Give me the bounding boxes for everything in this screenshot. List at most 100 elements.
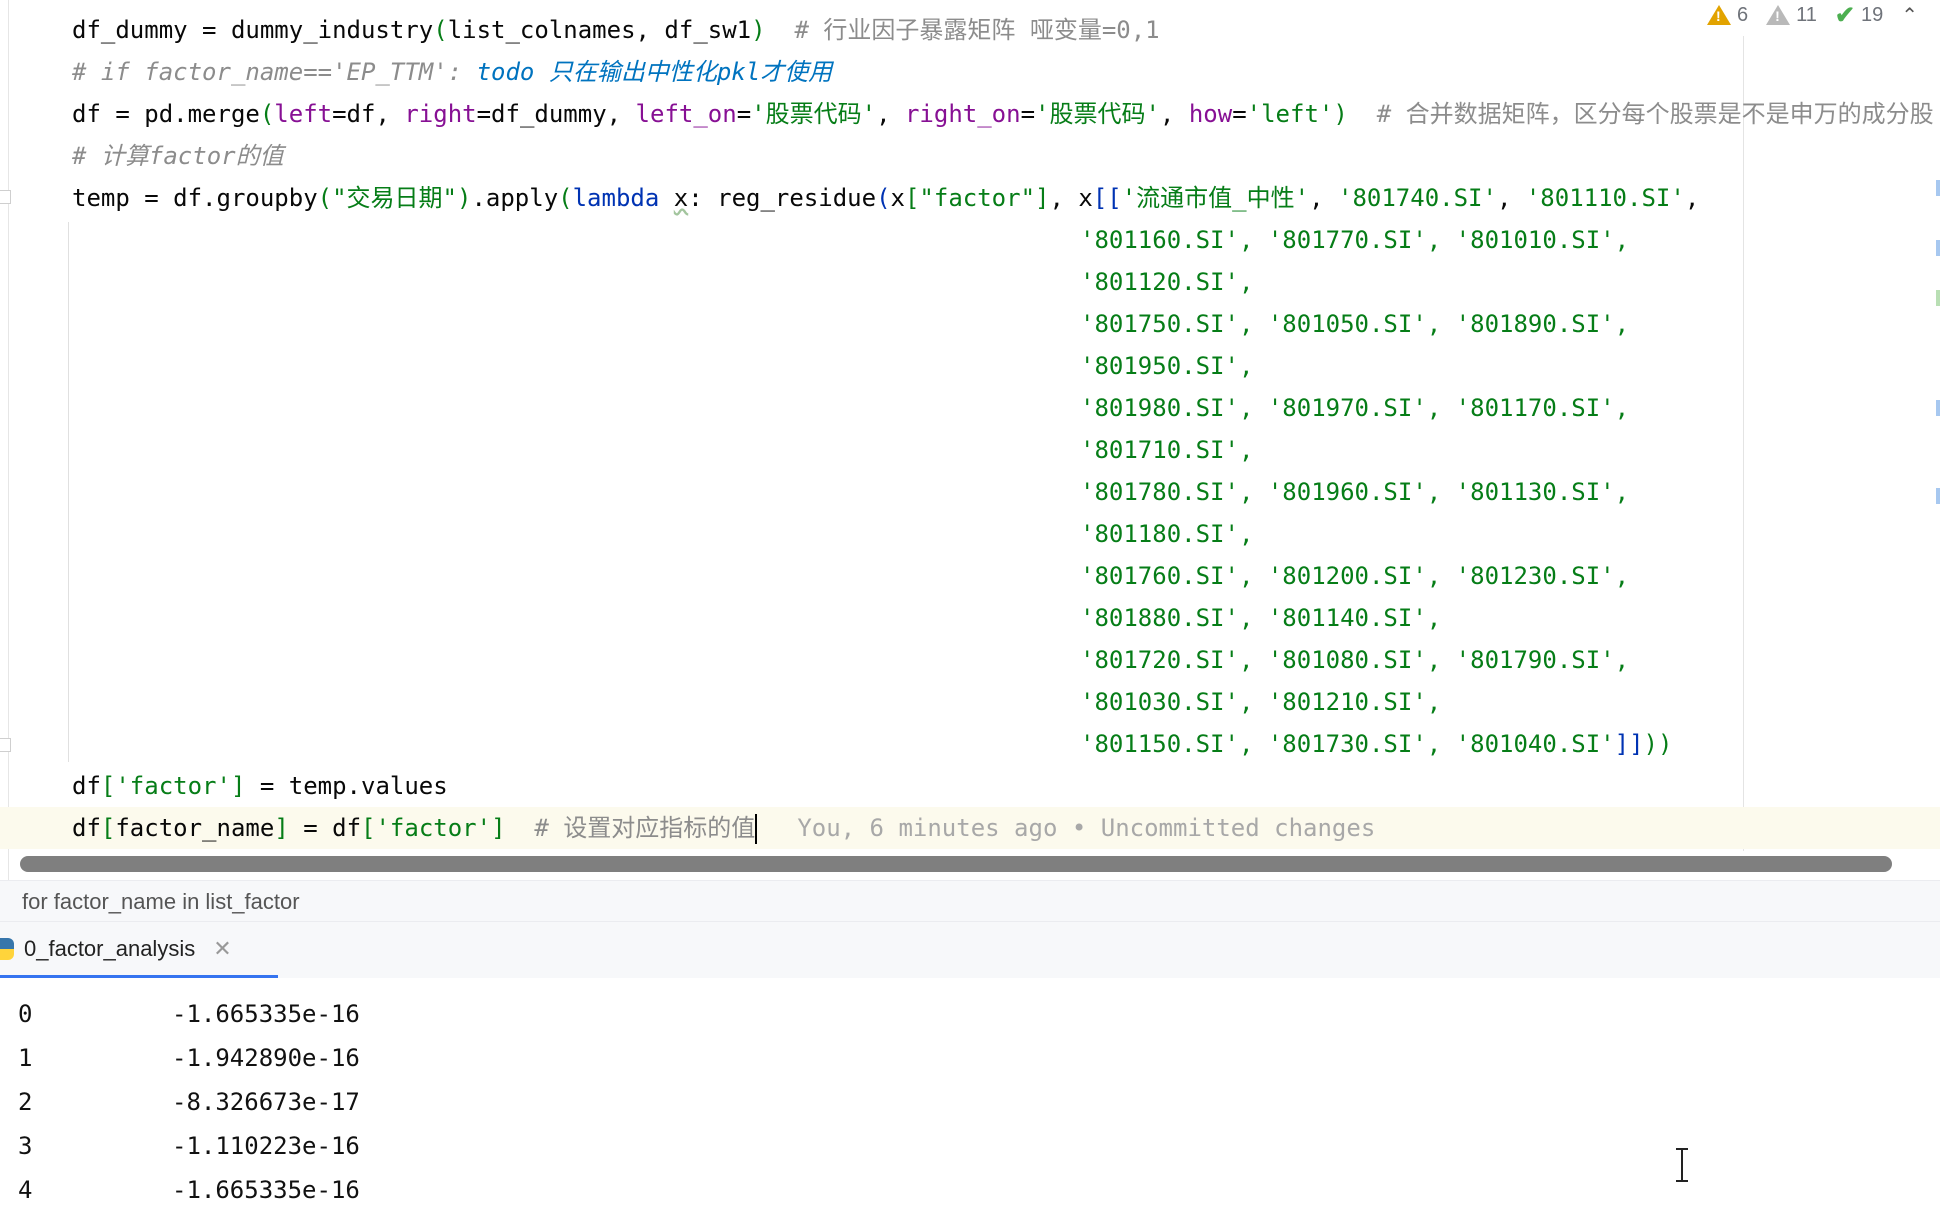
inspection-widget[interactable]: 6 11 ✔19 ⌃ [1706, 0, 1918, 30]
code-token: df [72, 772, 101, 800]
code-line[interactable]: '801760.SI', '801200.SI', '801230.SI', [1080, 555, 1629, 597]
code-param: left_on [635, 100, 737, 128]
warning-icon [1706, 5, 1731, 25]
console-row: 4 -1.665335e-16 [18, 1168, 360, 1212]
row-index: 3 [18, 1132, 33, 1160]
code-token: ] [491, 814, 506, 842]
code-line[interactable]: temp = df.groupby("交易日期").apply(lambda x… [72, 177, 1699, 219]
horizontal-scrollbar[interactable] [20, 856, 1892, 872]
code-token: ]] [1614, 730, 1644, 758]
code-line[interactable]: df_dummy = dummy_industry(list_colnames,… [72, 9, 1160, 51]
change-marker[interactable] [1936, 488, 1940, 504]
tab-label: 0_factor_analysis [24, 935, 196, 961]
code-token: ( [558, 184, 573, 212]
change-marker[interactable] [1936, 180, 1940, 196]
code-token: df = pd.merge [72, 100, 260, 128]
code-line[interactable]: '801780.SI', '801960.SI', '801130.SI', [1080, 471, 1629, 513]
code-string: 'left' [1246, 100, 1334, 128]
code-line[interactable]: df['factor'] = temp.values [72, 765, 448, 807]
code-param: left [274, 100, 333, 128]
code-token: [ [100, 814, 116, 842]
code-token: factor_name [115, 814, 275, 842]
code-line[interactable]: '801160.SI', '801770.SI', '801010.SI', [1080, 219, 1629, 261]
row-value: -8.326673e-17 [172, 1088, 360, 1116]
code-token: [ [100, 772, 116, 800]
code-line[interactable]: # 计算factor的值 [72, 135, 284, 177]
code-token: , [1309, 184, 1338, 212]
code-line[interactable]: '801710.SI', [1080, 429, 1253, 471]
code-editor[interactable]: df_dummy = dummy_industry(list_colnames,… [0, 0, 1940, 880]
code-param: how [1188, 100, 1233, 128]
code-string: '股票代码' [1035, 100, 1160, 128]
code-token: = df [288, 814, 362, 842]
code-token: , [1159, 100, 1189, 128]
code-token: = temp.values [245, 772, 448, 800]
change-marker[interactable] [1936, 240, 1940, 256]
code-comment: # 计算factor的值 [72, 142, 284, 170]
todo-comment: todo 只在输出中性化pkl才使用 [476, 58, 833, 86]
check-icon: ✔ [1834, 1, 1855, 29]
close-icon[interactable]: ✕ [213, 936, 231, 962]
fold-marker[interactable] [0, 738, 11, 752]
code-token: list_colnames, df_sw1 [447, 16, 752, 44]
breadcrumb[interactable]: for factor_name in list_factor [0, 880, 1940, 922]
weak-warning-count[interactable]: 11 [1766, 4, 1817, 27]
console-row: 2 -8.326673e-17 [18, 1080, 360, 1124]
ok-count[interactable]: ✔ 19 [1835, 1, 1883, 30]
code-token: , [1684, 184, 1700, 212]
console-output[interactable]: 0 -1.665335e-16 1 -1.942890e-16 2 -8.326673… [0, 978, 1940, 1230]
text-cursor-icon [1676, 1148, 1688, 1182]
tab-run-config[interactable]: 0_factor_analysis ✕ [0, 922, 278, 978]
code-token: = [1232, 100, 1247, 128]
row-value: -1.942890e-16 [172, 1044, 360, 1072]
code-token: ( [876, 184, 891, 212]
row-index: 4 [18, 1176, 33, 1204]
code-line[interactable]: '801980.SI', '801970.SI', '801170.SI', [1080, 387, 1629, 429]
code-comment: # 设置对应指标的值 [505, 814, 756, 842]
console-row: 0 -1.665335e-16 [18, 992, 360, 1036]
code-line[interactable]: '801950.SI', [1080, 345, 1253, 387]
indent-guide [68, 222, 69, 762]
code-token: ( [259, 100, 275, 128]
git-blame-annotation: You, 6 minutes ago • Uncommitted changes [797, 814, 1376, 842]
change-marker[interactable] [1936, 290, 1940, 306]
warning-count[interactable]: 6 [1706, 4, 1748, 27]
row-value: -1.665335e-16 [172, 1176, 360, 1204]
fold-marker[interactable] [0, 190, 11, 204]
code-line[interactable]: # if factor_name=='EP_TTM': todo 只在输出中性化… [72, 51, 832, 93]
code-line[interactable]: '801180.SI', [1080, 513, 1253, 555]
right-margin-guide [1743, 36, 1744, 851]
code-token: )) [1643, 730, 1673, 758]
code-string: "交易日期" [332, 184, 457, 212]
chevron-up-icon[interactable]: ⌃ [1901, 3, 1918, 28]
python-icon [0, 937, 14, 960]
code-string: 'factor' [375, 814, 492, 842]
code-token: [ [904, 184, 920, 212]
console-row: 3 -1.110223e-16 [18, 1124, 360, 1168]
code-line[interactable]: '801150.SI', '801730.SI', '801040.SI']])… [1080, 723, 1672, 765]
code-line[interactable]: df = pd.merge(left=df, right=df_dummy, l… [72, 93, 1934, 135]
row-index: 1 [18, 1044, 33, 1072]
row-value: -1.110223e-16 [172, 1132, 360, 1160]
code-string: '股票代码' [751, 100, 877, 128]
current-code-line[interactable]: df[factor_name] = df['factor'] # 设置对应指标的… [0, 807, 1940, 849]
code-token: temp = df.groupby [72, 184, 318, 212]
code-line[interactable]: '801880.SI', '801140.SI', [1080, 597, 1441, 639]
code-token: df [72, 814, 101, 842]
code-line[interactable]: '801750.SI', '801050.SI', '801890.SI', [1080, 303, 1629, 345]
code-line[interactable]: '801120.SI', [1080, 261, 1253, 303]
ok-count-label: 19 [1860, 3, 1884, 26]
code-string: 'factor' [115, 772, 231, 800]
code-token: , [876, 100, 905, 128]
code-comment: # 合并数据矩阵，区分每个股票是不是申万的成分股 [1347, 100, 1934, 128]
code-token: ) [1333, 100, 1348, 128]
code-token: ) [751, 16, 766, 44]
code-comment: # if factor_name=='EP_TTM': [72, 58, 477, 86]
code-token: [ [361, 814, 376, 842]
code-line[interactable]: '801030.SI', '801210.SI', [1080, 681, 1441, 723]
code-token: .apply [471, 184, 559, 212]
code-token: [[ [1092, 184, 1122, 212]
code-line[interactable]: '801720.SI', '801080.SI', '801790.SI', [1080, 639, 1629, 681]
change-marker[interactable] [1936, 400, 1940, 416]
code-param: right_on [904, 100, 1021, 128]
